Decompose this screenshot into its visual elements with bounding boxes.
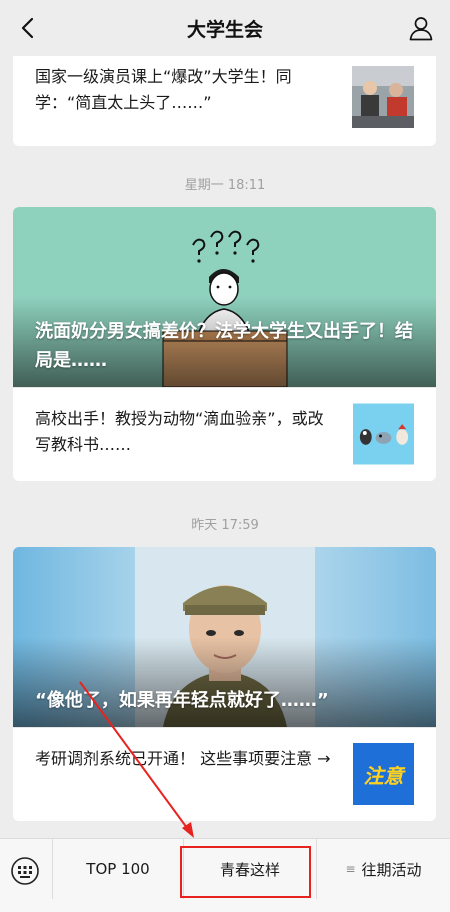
article-card[interactable]: “像他了，如果再年轻点就好了……” 考研调剂系统已开通！ 这些事项要注意 → 注… bbox=[13, 547, 436, 821]
top-nav-bar: 大学生会 bbox=[0, 0, 450, 56]
article-hero[interactable]: “像他了，如果再年轻点就好了……” bbox=[13, 547, 436, 727]
article-thumbnail bbox=[352, 66, 414, 128]
hero-title: 洗面奶分男女搞差价？法学大学生又出手了！结局是…… bbox=[35, 321, 413, 371]
article-row[interactable]: 考研调剂系统已开通！ 这些事项要注意 → 注意 bbox=[13, 728, 436, 821]
menu-youth[interactable]: 青春这样 bbox=[184, 839, 316, 899]
menu-past-events[interactable]: ≡ 往期活动 bbox=[317, 839, 450, 899]
thumbnail-text: 注意 bbox=[363, 763, 404, 788]
bottom-menu-bar: TOP 100 青春这样 ≡ 往期活动 bbox=[0, 838, 450, 912]
message-feed[interactable]: 国家一级演员课上“爆改”大学生！同学：“简直太上头了……” 星期一 18:11 bbox=[0, 56, 450, 838]
article-row[interactable]: 高校出手！教授为动物“滴血验亲”，或改写教科书…… bbox=[13, 388, 436, 481]
article-card[interactable]: 洗面奶分男女搞差价？法学大学生又出手了！结局是…… 高校出手！教授为动物“滴血验… bbox=[13, 207, 436, 481]
menu-label: TOP 100 bbox=[86, 860, 150, 878]
menu-label: 青春这样 bbox=[219, 860, 280, 879]
article-title: 考研调剂系统已开通！ 这些事项要注意 → bbox=[35, 749, 331, 768]
menu-label: 往期活动 bbox=[361, 860, 422, 879]
article-row[interactable]: 国家一级演员课上“爆改”大学生！同学：“简直太上头了……” bbox=[13, 56, 436, 146]
timestamp: 星期一 18:11 bbox=[184, 178, 266, 193]
article-title: 高校出手！教授为动物“滴血验亲”，或改写教科书…… bbox=[35, 409, 324, 454]
page-title: 大学生会 bbox=[186, 18, 263, 41]
hero-title: “像他了，如果再年轻点就好了……” bbox=[35, 690, 329, 711]
person-icon[interactable] bbox=[408, 15, 434, 41]
keyboard-icon[interactable] bbox=[10, 856, 40, 886]
article-card[interactable]: 国家一级演员课上“爆改”大学生！同学：“简直太上头了……” bbox=[13, 56, 436, 146]
article-title: 国家一级演员课上“爆改”大学生！同学：“简直太上头了……” bbox=[35, 67, 292, 112]
article-thumbnail: 注意 bbox=[353, 743, 414, 805]
article-thumbnail bbox=[353, 403, 414, 465]
timestamp: 昨天 17:59 bbox=[191, 518, 259, 533]
article-hero[interactable]: 洗面奶分男女搞差价？法学大学生又出手了！结局是…… bbox=[13, 207, 436, 387]
menu-list-icon: ≡ bbox=[345, 862, 356, 876]
menu-top-100[interactable]: TOP 100 bbox=[53, 839, 183, 899]
chevron-left-icon[interactable] bbox=[14, 14, 42, 42]
